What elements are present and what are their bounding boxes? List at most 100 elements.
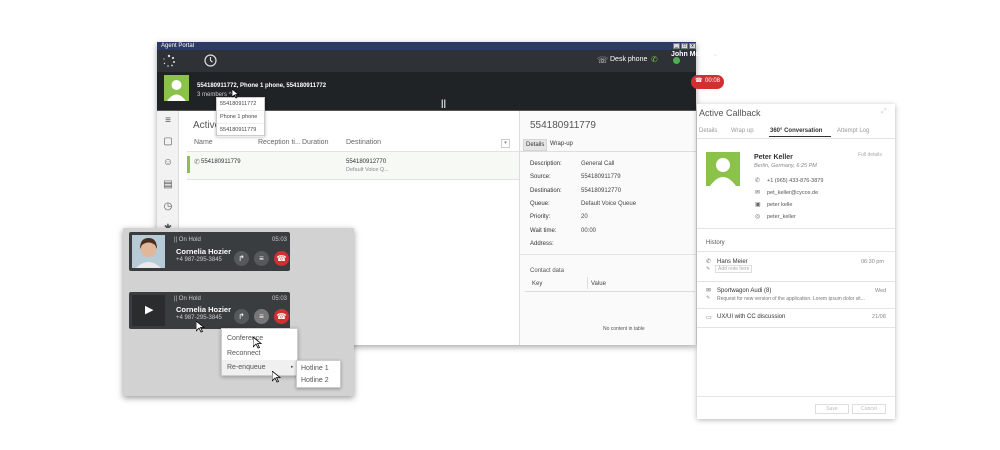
submenu-arrow-icon: ▸ (291, 364, 294, 370)
caller-phone: +4 987-295-3845 (176, 257, 222, 263)
call-detail-panel: 554180911779 Details Wrap-up Description… (519, 111, 696, 345)
mouse-cursor-icon (272, 371, 281, 383)
contact-data-title: Contact data (530, 268, 565, 274)
member-item[interactable]: Phone 1 phone (217, 111, 264, 124)
social-icon: ▣ (755, 202, 761, 208)
detail-field-value: 20 (581, 214, 588, 221)
contact-col-value[interactable]: Value (591, 281, 606, 287)
hold-status: || On Hold (174, 237, 201, 243)
minimize-icon[interactable]: _ (673, 43, 680, 49)
mouse-cursor-icon (196, 321, 205, 333)
note-icon: ✎ (706, 295, 711, 301)
detail-field-label: Destination: (530, 187, 562, 194)
tab-wrap-up[interactable]: Wrap up (731, 128, 754, 134)
caller-photo (132, 235, 165, 268)
transfer-icon[interactable]: ↱ (234, 251, 249, 266)
col-destination[interactable]: Destination (346, 139, 381, 146)
table-row[interactable]: ✆ 554180911779 554180912770 Default Voic… (187, 152, 519, 179)
phone-icon: ✆ (706, 259, 712, 265)
menu-reconnect[interactable]: Reconnect (227, 350, 260, 357)
history-time: 06:30 pm (861, 259, 884, 265)
email-icon: ✉ (706, 288, 712, 294)
cancel-button[interactable]: Cancel (852, 404, 886, 414)
pause-icon[interactable]: || (441, 98, 446, 108)
add-note-input[interactable]: Add note here (715, 265, 753, 273)
phone-status-icon: ✆ (651, 55, 658, 64)
detail-field-label: Source: (530, 174, 551, 181)
contact-name: Peter Keller (754, 154, 793, 161)
desk-phone-label[interactable]: Desk phone (610, 56, 647, 63)
member-item[interactable]: 554180911779 (217, 124, 264, 137)
play-icon: ▶ (145, 304, 154, 316)
status-dot (673, 57, 680, 64)
hand-cursor-icon (253, 337, 262, 349)
contact-handle2[interactable]: peter_keller (767, 214, 796, 220)
tab-details[interactable]: Details (523, 139, 547, 151)
email-icon: ✉ (755, 190, 761, 196)
detail-title: 554180911779 (530, 120, 596, 131)
contact-phone[interactable]: +1 (965) 433-876-3879 (767, 178, 823, 184)
menu-icon[interactable]: ≡ (254, 309, 269, 324)
clock-icon[interactable] (204, 54, 217, 67)
window-titlebar: Agent Portal _ □ x (157, 42, 696, 50)
user-chevron-icon[interactable]: ⌄ (713, 51, 718, 58)
contact-email[interactable]: pet_keller@cycos.de (767, 190, 818, 196)
history-item[interactable]: ▭ UX/UI with CC discussion 21/08 (697, 311, 895, 325)
transfer-icon[interactable]: ↱ (234, 309, 249, 324)
tab-details[interactable]: Details (699, 128, 717, 134)
history-time: 21/08 (872, 314, 886, 320)
detail-field-value: 554180911779 (581, 174, 621, 181)
history-item[interactable]: ✆ Hans Meier 06:30 pm ✎ Add note here (697, 254, 895, 279)
submenu-hotline-2[interactable]: Hotline 2 (301, 377, 329, 384)
col-duration[interactable]: Duration (302, 139, 328, 146)
contacts-icon[interactable]: ▤ (162, 179, 174, 191)
callback-title: Active Callback (699, 108, 761, 118)
hangup-icon[interactable]: ☎ (274, 251, 289, 266)
col-name[interactable]: Name (194, 139, 213, 146)
contact-col-key[interactable]: Key (532, 281, 542, 287)
close-icon[interactable]: x (689, 43, 696, 49)
history-item[interactable]: ✉ Sportwagon Audi (8) Wed ✎ Request for … (697, 284, 895, 306)
menu-re-enqueue[interactable]: Re-enqueue (227, 364, 266, 371)
col-reception-time[interactable]: Reception ti... (258, 139, 301, 146)
tab-attempt-log[interactable]: Attempt Log (837, 128, 869, 134)
call-card[interactable]: ▶ || On Hold 05:03 Cornelia Hozier +4 98… (129, 292, 290, 329)
document-icon[interactable]: ▢ (162, 136, 174, 148)
loading-spinner-icon (163, 54, 175, 67)
window-title: Agent Portal (161, 43, 195, 49)
end-call-button[interactable]: ☎ 00:08 (691, 75, 724, 89)
tab-wrap-up[interactable]: Wrap-up (550, 141, 573, 147)
submenu-hotline-1[interactable]: Hotline 1 (301, 365, 329, 372)
contact-handle1[interactable]: peter kelle (767, 202, 792, 208)
phone-icon: ✆ (755, 178, 761, 184)
hold-time: 05:03 (272, 237, 288, 243)
user-icon[interactable]: ☺ (162, 157, 174, 169)
play-button[interactable]: ▶ (132, 295, 165, 326)
tab-360-conversation[interactable]: 360° Conversation (770, 128, 822, 134)
maximize-icon[interactable]: □ (681, 43, 688, 49)
row-name: 554180911779 (201, 159, 241, 165)
call-card[interactable]: || On Hold 05:03 Cornelia Hozier +4 987-… (129, 232, 290, 271)
detail-field-value: 554180912770 (581, 187, 622, 194)
caller-name: Cornelia Hozier (176, 247, 232, 256)
empty-table-text: No content in table (603, 326, 645, 332)
user-name[interactable]: John McFly (671, 51, 710, 58)
list-icon[interactable]: ≡ (162, 115, 174, 127)
caller-avatar (164, 75, 189, 101)
detail-field-value: 00:00 (581, 227, 597, 234)
skype-icon: ◎ (755, 214, 761, 220)
phone-icon: ✆ (194, 159, 200, 166)
save-button[interactable]: Save (815, 404, 849, 414)
column-dropdown-icon[interactable]: ▾ (501, 139, 510, 148)
history-time: Wed (875, 288, 887, 294)
active-callback-panel: Active Callback ⤢ Details Wrap up 360° C… (697, 104, 895, 419)
expand-icon[interactable]: ⤢ (881, 108, 887, 116)
hangup-icon[interactable]: ☎ (274, 309, 289, 324)
menu-icon[interactable]: ≡ (254, 251, 269, 266)
full-details-link[interactable]: Full details (858, 152, 882, 158)
member-item[interactable]: 554180911772 (217, 98, 264, 111)
row-status-bar (187, 156, 190, 173)
history-clock-icon[interactable]: ◷ (162, 201, 174, 213)
note-icon: ✎ (706, 266, 711, 272)
history-title: Sportwagon Audi (8) (717, 288, 772, 294)
